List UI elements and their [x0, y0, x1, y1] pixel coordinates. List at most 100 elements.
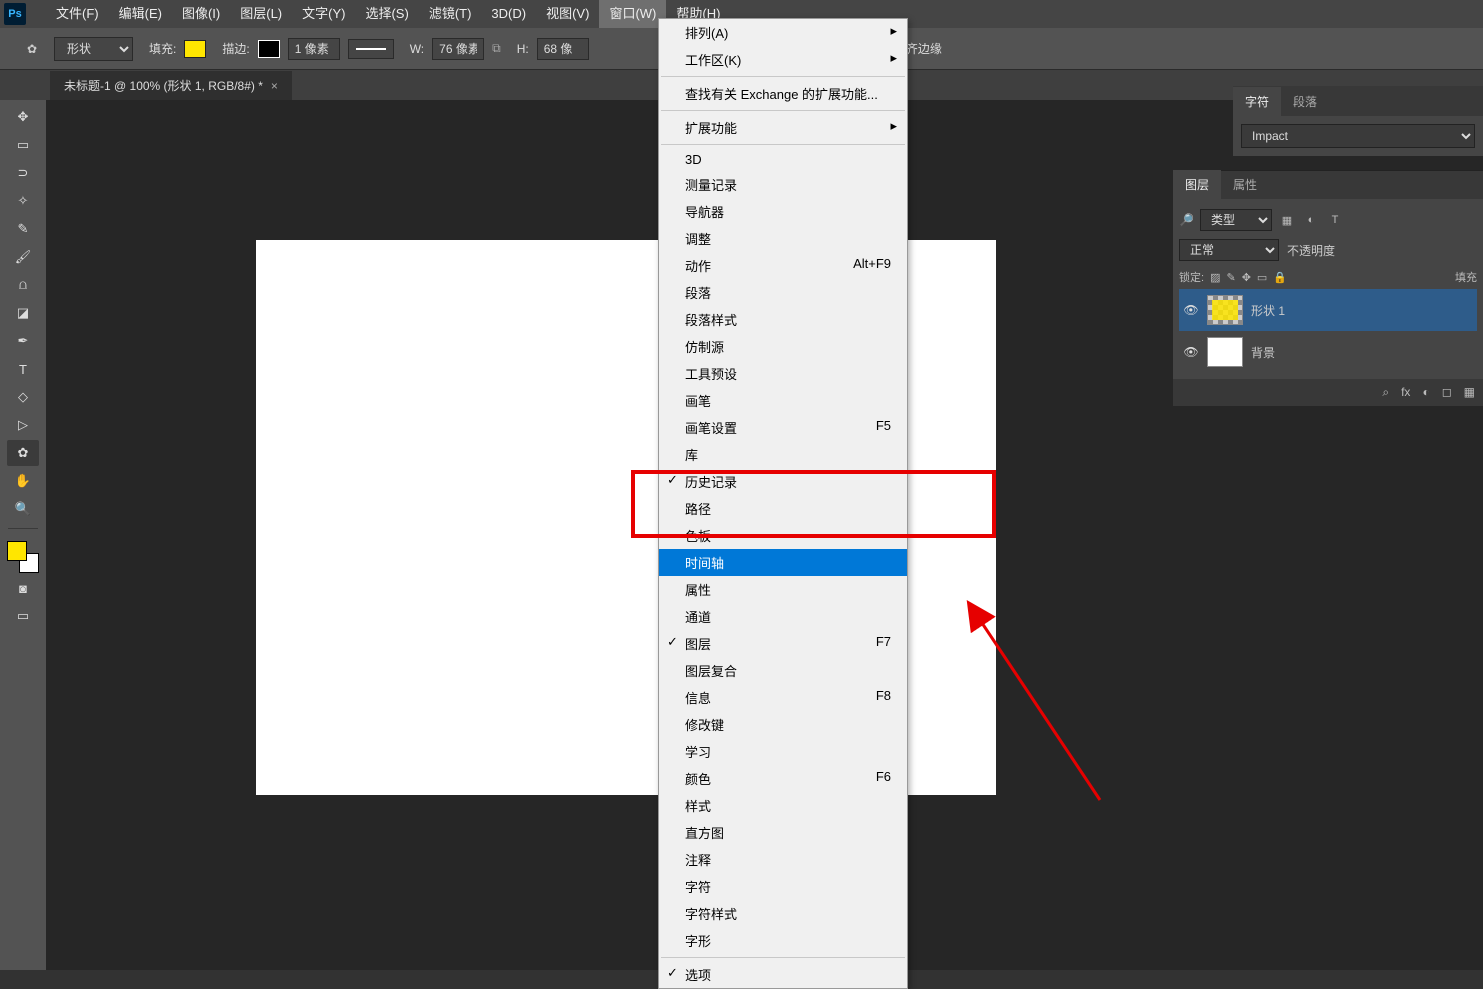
layer-bottom-icon[interactable]: ⌕ [1382, 385, 1389, 400]
menu-item-学习[interactable]: 学习 [659, 738, 907, 765]
path-selection-tool[interactable]: ▷ [7, 412, 39, 438]
layer-thumbnail[interactable] [1207, 337, 1243, 367]
link-wh-icon[interactable]: ⧉ [492, 41, 501, 56]
menu-item-调整[interactable]: 调整 [659, 225, 907, 252]
menu-item-段落样式[interactable]: 段落样式 [659, 306, 907, 333]
stroke-width-input[interactable] [288, 38, 340, 60]
lock-artboard-icon[interactable]: ▭ [1257, 271, 1267, 284]
menu-选择(S)[interactable]: 选择(S) [355, 0, 418, 28]
magic-wand-tool[interactable]: ✧ [7, 188, 39, 214]
menu-item-字形[interactable]: 字形 [659, 927, 907, 954]
menu-item-工具预设[interactable]: 工具预设 [659, 360, 907, 387]
menu-item-查找有关 Exchange 的扩展功能...[interactable]: 查找有关 Exchange 的扩展功能... [659, 80, 907, 107]
lock-transparent-icon[interactable]: ▨ [1210, 271, 1220, 284]
width-input[interactable] [432, 38, 484, 60]
menu-item-字符样式[interactable]: 字符样式 [659, 900, 907, 927]
menu-item-段落[interactable]: 段落 [659, 279, 907, 306]
clone-stamp-tool[interactable]: ⩍ [7, 272, 39, 298]
menu-item-信息[interactable]: 信息F8 [659, 684, 907, 711]
menu-图层(L)[interactable]: 图层(L) [230, 0, 292, 28]
filter-type-icon[interactable]: T [1326, 211, 1344, 229]
menu-图像(I)[interactable]: 图像(I) [172, 0, 230, 28]
menu-item-颜色[interactable]: 颜色F6 [659, 765, 907, 792]
menu-视图(V)[interactable]: 视图(V) [536, 0, 599, 28]
filter-pixel-icon[interactable]: ▦ [1278, 211, 1296, 229]
menu-窗口(W)[interactable]: 窗口(W) [599, 0, 666, 28]
zoom-tool[interactable]: 🔍 [7, 496, 39, 522]
menu-item-字符[interactable]: 字符 [659, 873, 907, 900]
layer-row[interactable]: 👁形状 1 [1179, 289, 1477, 331]
tab-layers[interactable]: 图层 [1173, 170, 1221, 199]
menu-item-仿制源[interactable]: 仿制源 [659, 333, 907, 360]
close-tab-icon[interactable]: × [271, 79, 278, 93]
quick-mask-icon[interactable]: ◙ [7, 575, 39, 601]
fill-swatch[interactable] [184, 40, 206, 58]
menu-item-注释[interactable]: 注释 [659, 846, 907, 873]
eraser-tool[interactable]: ◪ [7, 300, 39, 326]
brush-tool[interactable]: 🖌 [7, 244, 39, 270]
menu-item-排列(A)[interactable]: 排列(A)▸ [659, 19, 907, 46]
lock-all-icon[interactable]: 🔒 [1273, 271, 1287, 284]
layer-thumbnail[interactable] [1207, 295, 1243, 325]
visibility-eye-icon[interactable]: 👁 [1183, 345, 1199, 359]
menu-item-通道[interactable]: 通道 [659, 603, 907, 630]
menu-item-图层复合[interactable]: 图层复合 [659, 657, 907, 684]
height-input[interactable] [537, 38, 589, 60]
tab-character[interactable]: 字符 [1233, 87, 1281, 116]
layer-bottom-icon[interactable]: fx [1401, 385, 1410, 400]
layer-filter-select[interactable]: 类型 [1200, 209, 1272, 231]
menu-item-色板[interactable]: 色板 [659, 522, 907, 549]
stroke-swatch[interactable] [258, 40, 280, 58]
menu-item-画笔[interactable]: 画笔 [659, 387, 907, 414]
filter-adjust-icon[interactable]: ◐ [1302, 211, 1320, 229]
layer-bottom-icon[interactable]: ▦ [1464, 385, 1475, 400]
menu-item-测量记录[interactable]: 测量记录 [659, 171, 907, 198]
menu-item-库[interactable]: 库 [659, 441, 907, 468]
tool-mode-select[interactable]: 形状 [54, 37, 133, 61]
tab-paragraph[interactable]: 段落 [1281, 87, 1329, 116]
custom-shape-tool[interactable]: ✿ [7, 440, 39, 466]
visibility-eye-icon[interactable]: 👁 [1183, 303, 1199, 317]
menu-文件(F)[interactable]: 文件(F) [46, 0, 109, 28]
menu-item-直方图[interactable]: 直方图 [659, 819, 907, 846]
menu-item-图层[interactable]: ✓图层F7 [659, 630, 907, 657]
font-family-select[interactable]: Impact [1241, 124, 1475, 148]
menu-滤镜(T)[interactable]: 滤镜(T) [419, 0, 482, 28]
lock-brush-icon[interactable]: ✎ [1226, 271, 1235, 284]
menu-item-动作[interactable]: 动作Alt+F9 [659, 252, 907, 279]
menu-3D(D)[interactable]: 3D(D) [481, 0, 536, 28]
stroke-style-select[interactable] [348, 39, 394, 59]
type-tool[interactable]: T [7, 356, 39, 382]
menu-编辑(E)[interactable]: 编辑(E) [109, 0, 172, 28]
blend-mode-select[interactable]: 正常 [1179, 239, 1279, 261]
pen-tool[interactable]: ✒ [7, 328, 39, 354]
filter-search-icon[interactable]: 🔎 [1179, 213, 1194, 227]
menu-item-属性[interactable]: 属性 [659, 576, 907, 603]
menu-item-画笔设置[interactable]: 画笔设置F5 [659, 414, 907, 441]
layer-bottom-icon[interactable]: ◻ [1442, 385, 1452, 400]
menu-item-工作区(K)[interactable]: 工作区(K)▸ [659, 46, 907, 73]
menu-item-3D[interactable]: 3D [659, 148, 907, 171]
layer-row[interactable]: 👁背景 [1179, 331, 1477, 373]
document-tab[interactable]: 未标题-1 @ 100% (形状 1, RGB/8#) * × [50, 71, 292, 100]
menu-item-路径[interactable]: 路径 [659, 495, 907, 522]
menu-item-样式[interactable]: 样式 [659, 792, 907, 819]
lock-position-icon[interactable]: ✥ [1242, 271, 1251, 284]
menu-item-扩展功能[interactable]: 扩展功能▸ [659, 114, 907, 141]
screen-mode-icon[interactable]: ▭ [7, 603, 39, 629]
menu-item-时间轴[interactable]: 时间轴 [659, 549, 907, 576]
marquee-tool[interactable]: ▭ [7, 132, 39, 158]
menu-item-导航器[interactable]: 导航器 [659, 198, 907, 225]
menu-item-修改键[interactable]: 修改键 [659, 711, 907, 738]
menu-item-历史记录[interactable]: ✓历史记录 [659, 468, 907, 495]
layer-bottom-icon[interactable]: ◐ [1422, 385, 1429, 400]
lasso-tool[interactable]: ⊃ [7, 160, 39, 186]
tab-properties[interactable]: 属性 [1221, 170, 1269, 199]
move-tool[interactable]: ✥ [7, 104, 39, 130]
menu-文字(Y)[interactable]: 文字(Y) [292, 0, 355, 28]
menu-item-选项[interactable]: ✓选项 [659, 961, 907, 988]
hand-tool[interactable]: ✋ [7, 468, 39, 494]
foreground-background-swatch[interactable] [7, 541, 39, 573]
shape-tool[interactable]: ◇ [7, 384, 39, 410]
eyedropper-tool[interactable]: ✎ [7, 216, 39, 242]
